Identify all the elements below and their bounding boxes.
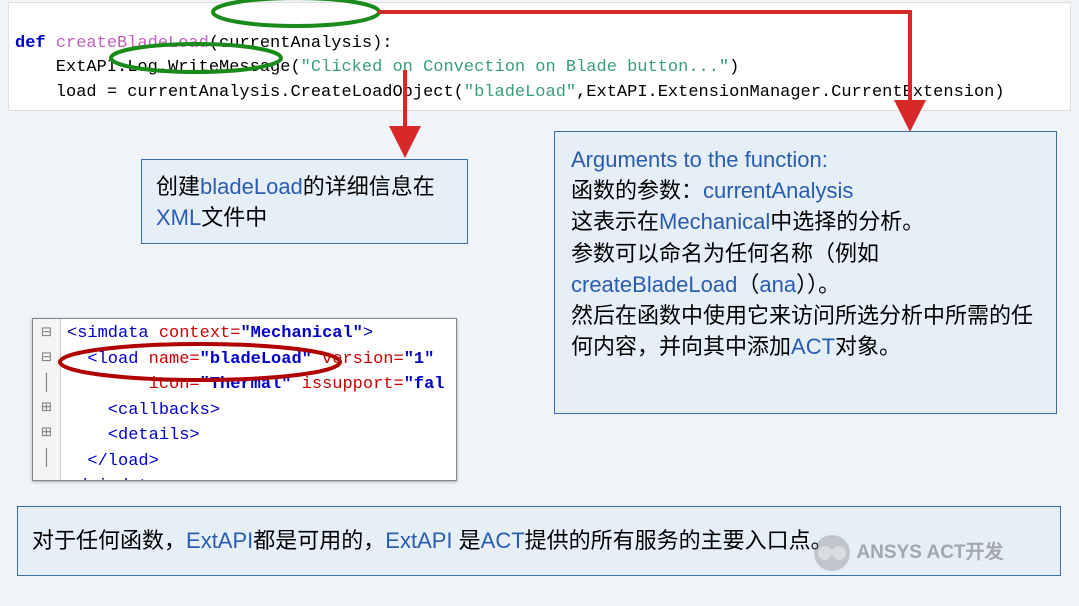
b2-l3b: Mechanical xyxy=(659,209,770,234)
b1-t3: 的详细信息在 xyxy=(303,174,435,199)
box-arguments: Arguments to the function: 函数的参数：current… xyxy=(554,131,1057,414)
watermark-text: ANSYS ACT开发 xyxy=(856,542,1003,563)
b2-l5b: （ xyxy=(737,272,759,297)
line3-string: "bladeLoad" xyxy=(464,83,576,102)
b2-l4: 参数可以命名为任何名称（例如 xyxy=(571,241,879,266)
xml-gutter: ⊟⊟│⊞⊞│ xyxy=(33,319,61,480)
b2-l3c: 中选择的分析。 xyxy=(770,209,924,234)
b2-l5d: ））。 xyxy=(796,272,840,297)
xml-lines: <simdata context="Mechanical"> <load nam… xyxy=(33,319,456,481)
b2-l2b: currentAnalysis xyxy=(703,178,853,203)
b3-t6: ACT xyxy=(481,528,525,553)
function-name: createBladeLoad xyxy=(56,34,209,53)
line3-call: CreateLoadObject( xyxy=(290,83,463,102)
line2-pre: ExtAPI.Log.WriteMessage( xyxy=(15,58,301,77)
b3-t3: 都是可用的， xyxy=(253,528,385,553)
colon: : xyxy=(382,34,392,53)
python-code-block: def createBladeLoad(currentAnalysis): Ex… xyxy=(8,2,1071,111)
line3-pre: load = xyxy=(15,83,127,102)
b2-l7b: 对象。 xyxy=(835,334,901,359)
b3-t4: ExtAPI xyxy=(385,528,458,553)
wechat-icon xyxy=(814,535,850,571)
b2-l7a: ACT xyxy=(791,334,835,359)
b2-l5a: createBladeLoad xyxy=(571,272,737,297)
arg-name: currentAnalysis xyxy=(219,34,372,53)
box-xml-info: 创建bladeLoad的详细信息在 XML文件中 xyxy=(141,159,468,244)
line3-rest: ,ExtAPI.ExtensionManager.CurrentExtensio… xyxy=(576,83,1004,102)
b3-t5: 是 xyxy=(459,528,481,553)
line2-post: ) xyxy=(729,58,739,77)
b3-t2: ExtAPI xyxy=(186,528,253,553)
xml-code-block: ⊟⊟│⊞⊞│ <simdata context="Mechanical"> <l… xyxy=(32,318,457,481)
watermark: ANSYS ACT开发 xyxy=(799,535,1019,571)
b2-title: Arguments to the function: xyxy=(571,147,828,172)
b3-t7: 提供的所有服务的主要入口点。 xyxy=(525,528,833,553)
b1-t4: XML xyxy=(156,205,201,230)
b1-t2: bladeLoad xyxy=(200,174,303,199)
b3-t1: 对于任何函数， xyxy=(32,528,186,553)
line2-string: "Clicked on Convection on Blade button..… xyxy=(301,58,729,77)
b2-l5c: ana xyxy=(759,272,796,297)
b1-t5: 文件中 xyxy=(201,205,267,230)
keyword-def: def xyxy=(15,34,46,53)
b1-t1: 创建 xyxy=(156,174,200,199)
line3-mid: currentAnalysis. xyxy=(127,83,290,102)
b2-l2a: 函数的参数： xyxy=(571,178,703,203)
b2-l3a: 这表示在 xyxy=(571,209,659,234)
